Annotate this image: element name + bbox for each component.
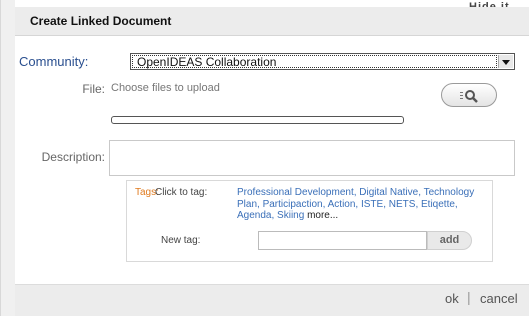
- file-label: File:: [82, 82, 105, 96]
- cancel-button[interactable]: cancel: [480, 291, 518, 306]
- tag-item[interactable]: Professional Development,: [237, 187, 357, 198]
- chevron-down-icon[interactable]: [498, 55, 513, 68]
- dialog-titlebar: Create Linked Document: [15, 7, 529, 36]
- new-tag-input[interactable]: [258, 231, 427, 250]
- click-to-tag-label: Click to tag:: [155, 187, 208, 198]
- dialog-title: Create Linked Document: [30, 14, 172, 28]
- community-select-value: OpenIDEAS Collaboration: [132, 55, 497, 69]
- community-label: Community:: [19, 54, 89, 69]
- community-select[interactable]: OpenIDEAS Collaboration: [130, 53, 515, 70]
- tag-item[interactable]: Participaction,: [263, 199, 326, 210]
- tag-item[interactable]: NETS,: [389, 199, 418, 210]
- tag-item[interactable]: Etiqette,: [421, 199, 458, 210]
- new-tag-label: New tag:: [161, 235, 201, 246]
- tag-item[interactable]: Skiing: [277, 210, 304, 221]
- browse-files-button[interactable]: [441, 83, 497, 107]
- tag-item[interactable]: Action,: [328, 199, 359, 210]
- ok-button[interactable]: ok: [445, 291, 459, 306]
- create-linked-document-dialog: Hide it Create Linked Document Community…: [0, 0, 529, 316]
- description-textarea[interactable]: [109, 140, 515, 176]
- add-tag-button[interactable]: add: [427, 231, 472, 250]
- description-label: Description:: [41, 150, 105, 164]
- more-tags-link[interactable]: more...: [307, 210, 338, 221]
- file-upload-hint[interactable]: Choose files to upload: [111, 82, 220, 94]
- footer-separator: |: [467, 289, 471, 305]
- tag-list: Professional Development, Digital Native…: [237, 187, 487, 222]
- tag-item[interactable]: ISTE,: [361, 199, 386, 210]
- tag-item[interactable]: Digital Native,: [359, 187, 421, 198]
- background-text: Hide it: [469, 1, 510, 7]
- upload-progress-bar: [111, 116, 404, 124]
- browse-magnifier-icon: [460, 90, 478, 103]
- tag-item[interactable]: Agenda,: [237, 210, 274, 221]
- page-background: [1, 0, 15, 316]
